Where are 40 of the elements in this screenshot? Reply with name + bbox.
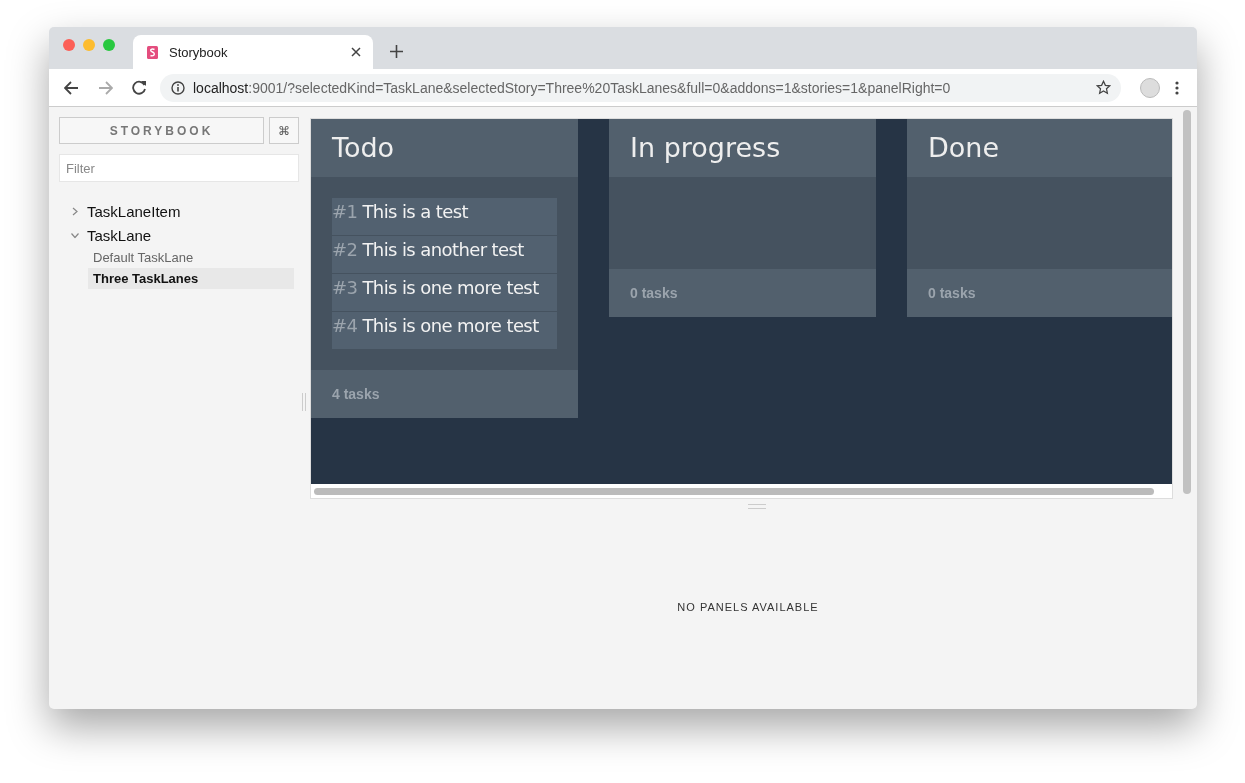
- task-count: 0 tasks: [609, 269, 876, 317]
- task-count: 0 tasks: [907, 269, 1172, 317]
- address-bar[interactable]: localhost:9001/?selectedKind=TaskLane&selectedStory=Three%20TaskLanes&full=0&addons=1&stories=1&panelRight=0: [160, 73, 1121, 102]
- story-item[interactable]: Three TaskLanes: [88, 268, 294, 289]
- maximize-window-icon[interactable]: [103, 39, 115, 51]
- new-tab-icon[interactable]: [390, 45, 403, 58]
- star-icon[interactable]: [1096, 80, 1111, 95]
- filter-field[interactable]: Filter: [59, 154, 299, 182]
- tree-item[interactable]: TaskLane: [72, 223, 152, 247]
- tree-item[interactable]: TaskLaneItem: [72, 199, 181, 223]
- storybook-button[interactable]: STORYBOOK: [59, 117, 264, 144]
- task-item: #2 This is another test: [332, 236, 557, 273]
- info-icon: [171, 80, 185, 95]
- task-item: #4 This is one more test: [332, 312, 557, 349]
- browser-tab[interactable]: Storybook: [133, 35, 373, 69]
- lane-title: Todo: [311, 119, 578, 177]
- chevron-icon: [70, 232, 80, 238]
- lane-title: In progress: [609, 119, 876, 177]
- extension-icon[interactable]: [1140, 77, 1160, 98]
- chevron-icon: [72, 206, 78, 216]
- scrollbar[interactable]: [314, 487, 1154, 495]
- resize-handle[interactable]: [748, 504, 766, 509]
- menu-icon[interactable]: [1175, 80, 1179, 95]
- task-count: 4 tasks: [311, 370, 578, 418]
- minimize-window-icon[interactable]: [83, 39, 95, 51]
- back-arrow-icon[interactable]: [64, 80, 79, 95]
- task-item: #3 This is one more test: [332, 274, 557, 311]
- favicon-icon: [147, 45, 158, 59]
- shortcuts-button[interactable]: ⌘: [269, 117, 299, 144]
- empty-panel-message: NO PANELS AVAILABLE: [677, 601, 819, 615]
- resize-handle[interactable]: [302, 393, 306, 411]
- forward-arrow-icon[interactable]: [98, 80, 113, 95]
- close-icon[interactable]: [351, 47, 361, 57]
- reload-icon[interactable]: [132, 80, 147, 95]
- lane-title: Done: [907, 119, 1172, 177]
- task-item: #1 This is a test: [332, 198, 557, 235]
- story-item[interactable]: Default TaskLane: [88, 247, 294, 268]
- scrollbar[interactable]: [1183, 110, 1191, 494]
- url-text: localhost:9001/?selectedKind=TaskLane&selectedStory=Three%20TaskLanes&full=0&addons=1&stories=1&panelRight=0: [193, 79, 952, 96]
- close-window-icon[interactable]: [63, 39, 75, 51]
